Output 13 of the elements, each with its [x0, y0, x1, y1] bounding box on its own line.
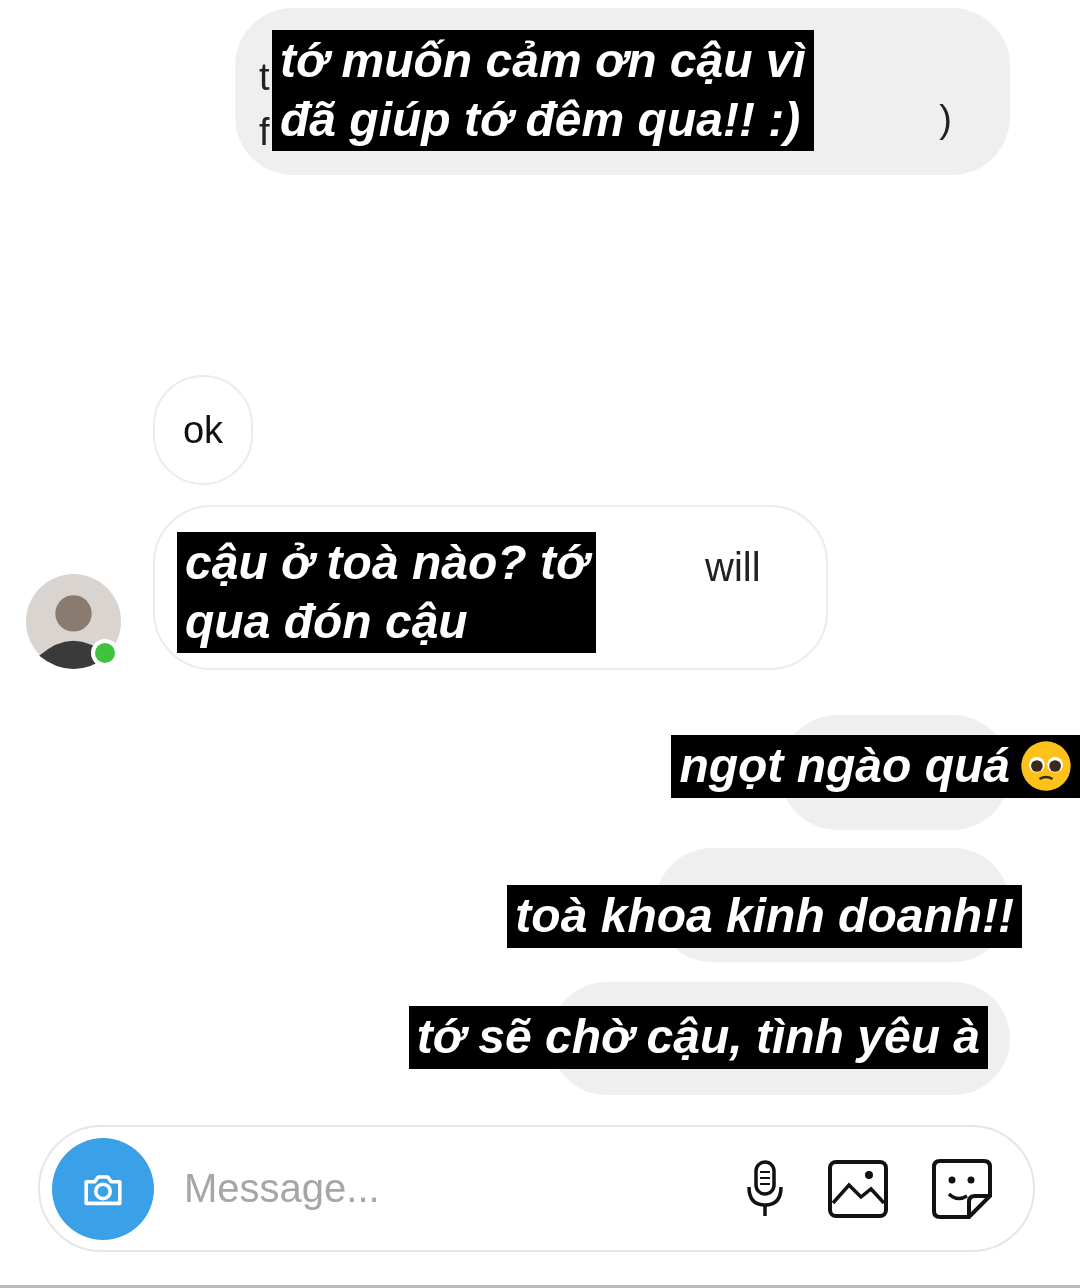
- hidden-text-fragment: t f: [259, 55, 270, 156]
- microphone-icon[interactable]: [745, 1158, 785, 1219]
- message-input-field[interactable]: Message...: [182, 1165, 703, 1212]
- hidden-text-fragment: ): [939, 98, 952, 141]
- caption-text: tớ sẽ chờ cậu, tình yêu à: [408, 1006, 988, 1069]
- caption-text: tớ muốn cảm ơn cậu vì đã giúp tớ đêm qua!! :): [272, 30, 814, 152]
- message-text: ok: [182, 408, 224, 452]
- caption-text: cậu ở toà nào? tớ qua đón cậu: [177, 532, 597, 654]
- caption-text: ngọt ngào quá: [671, 735, 1080, 798]
- caption-text: toà khoa kinh doanh!!: [507, 885, 1022, 948]
- image-icon[interactable]: [827, 1158, 889, 1219]
- sticker-icon[interactable]: [931, 1157, 993, 1220]
- hidden-text-fragment: will: [705, 545, 761, 590]
